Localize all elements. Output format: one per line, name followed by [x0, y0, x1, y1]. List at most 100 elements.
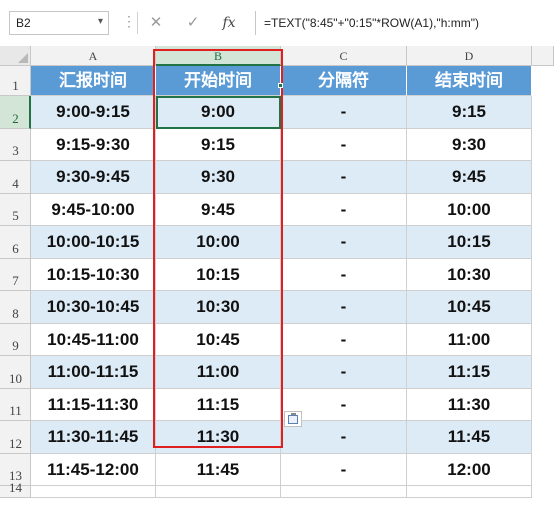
- row-header-3[interactable]: 3: [0, 128, 31, 161]
- cell-end-time[interactable]: 9:45: [407, 161, 532, 194]
- cell-separator[interactable]: -: [281, 128, 407, 161]
- insert-function-icon[interactable]: fx: [216, 11, 242, 35]
- cell-report-time[interactable]: 9:15-9:30: [31, 128, 156, 161]
- cell-report-time[interactable]: 10:15-10:30: [31, 258, 156, 291]
- cell-report-time[interactable]: 11:00-11:15: [31, 356, 156, 389]
- cell-end-time[interactable]: 11:45: [407, 421, 532, 454]
- cell-end-time[interactable]: 11:30: [407, 388, 532, 421]
- cell-separator[interactable]: -: [281, 161, 407, 194]
- cell-separator[interactable]: -: [281, 226, 407, 259]
- formula-input[interactable]: =TEXT("8:45"+"0:15"*ROW(A1),"h:mm"): [255, 11, 551, 35]
- cell-end-time[interactable]: 11:00: [407, 323, 532, 356]
- enter-icon[interactable]: ✓: [180, 11, 206, 35]
- cell-start-time[interactable]: 9:15: [156, 128, 281, 161]
- fill-handle[interactable]: [278, 83, 283, 88]
- column-header-c[interactable]: C: [281, 46, 407, 66]
- header-cell-separator[interactable]: 分隔符: [281, 66, 407, 96]
- cell-start-time[interactable]: 11:30: [156, 421, 281, 454]
- row-number: 11: [9, 403, 22, 418]
- column-header-d[interactable]: D: [407, 46, 532, 66]
- paste-options-icon[interactable]: [284, 411, 302, 427]
- empty-cell[interactable]: [281, 486, 407, 498]
- row-header-9[interactable]: 9: [0, 323, 31, 356]
- column-header-e[interactable]: [532, 46, 554, 66]
- name-box-value: B2: [16, 16, 31, 30]
- cell-start-time[interactable]: 10:30: [156, 291, 281, 324]
- cell-start-time[interactable]: 11:15: [156, 388, 281, 421]
- cell-start-time[interactable]: 10:45: [156, 323, 281, 356]
- row-number: 7: [12, 273, 19, 288]
- select-all-corner[interactable]: [0, 46, 31, 66]
- formula-text: =TEXT("8:45"+"0:15"*ROW(A1),"h:mm"): [264, 16, 479, 30]
- cell-end-time[interactable]: 10:45: [407, 291, 532, 324]
- cell-end-time[interactable]: 10:30: [407, 258, 532, 291]
- row-header-7[interactable]: 7: [0, 258, 31, 291]
- header-cell-end-time[interactable]: 结束时间: [407, 66, 532, 96]
- row-header-8[interactable]: 8: [0, 291, 31, 324]
- cell-separator[interactable]: -: [281, 453, 407, 486]
- drag-handle-icon[interactable]: ⋮: [122, 13, 136, 30]
- cancel-icon[interactable]: ✕: [143, 11, 169, 35]
- row-header-2[interactable]: 2: [0, 96, 31, 129]
- row-number: 2: [12, 110, 19, 126]
- cell-report-time[interactable]: 11:30-11:45: [31, 421, 156, 454]
- row-header-11[interactable]: 11: [0, 388, 31, 421]
- row-header-6[interactable]: 6: [0, 226, 31, 259]
- column-header-a[interactable]: A: [31, 46, 156, 66]
- cell-report-time[interactable]: 11:15-11:30: [31, 388, 156, 421]
- cell-report-time[interactable]: 10:45-11:00: [31, 323, 156, 356]
- cell-report-time[interactable]: 10:00-10:15: [31, 226, 156, 259]
- cell-separator[interactable]: -: [281, 323, 407, 356]
- cell-report-time[interactable]: 9:45-10:00: [31, 193, 156, 226]
- empty-cell[interactable]: [407, 486, 532, 498]
- cell-start-time[interactable]: 9:30: [156, 161, 281, 194]
- chevron-down-icon[interactable]: ▾: [98, 16, 103, 27]
- formula-bar: B2 ▾ ⋮ ✕ ✓ fx =TEXT("8:45"+"0:15"*ROW(A1…: [0, 0, 554, 46]
- cell-start-time[interactable]: 11:45: [156, 453, 281, 486]
- cell-separator[interactable]: -: [281, 96, 407, 129]
- cell-report-time[interactable]: 10:30-10:45: [31, 291, 156, 324]
- cell-start-time[interactable]: 10:15: [156, 258, 281, 291]
- cell-separator[interactable]: -: [281, 356, 407, 389]
- column-header-b[interactable]: B: [156, 46, 281, 66]
- row-number: 14: [9, 480, 22, 495]
- cell-separator[interactable]: -: [281, 193, 407, 226]
- cell-separator[interactable]: -: [281, 291, 407, 324]
- row-number: 10: [9, 370, 22, 386]
- empty-cell[interactable]: [31, 486, 156, 498]
- row-number: 5: [12, 208, 19, 223]
- row-number: 9: [12, 338, 19, 353]
- cell-end-time[interactable]: 11:15: [407, 356, 532, 389]
- row-number: 8: [12, 305, 19, 321]
- row-header-5[interactable]: 5: [0, 193, 31, 226]
- cell-end-time[interactable]: 10:15: [407, 226, 532, 259]
- cell-report-time[interactable]: 11:45-12:00: [31, 453, 156, 486]
- row-number: 1: [12, 78, 19, 93]
- cell-start-time[interactable]: 10:00: [156, 226, 281, 259]
- empty-cell[interactable]: [156, 486, 281, 498]
- row-header-14[interactable]: 14: [0, 480, 31, 498]
- row-header-10[interactable]: 10: [0, 356, 31, 389]
- header-cell-start-time[interactable]: 开始时间: [156, 66, 281, 96]
- row-header-4[interactable]: 4: [0, 161, 31, 194]
- cell-end-time[interactable]: 12:00: [407, 453, 532, 486]
- cell-report-time[interactable]: 9:00-9:15: [31, 96, 156, 129]
- cell-report-time[interactable]: 9:30-9:45: [31, 161, 156, 194]
- divider: [137, 12, 138, 34]
- row-number: 6: [12, 240, 19, 256]
- row-number: 3: [12, 143, 19, 158]
- cell-end-time[interactable]: 10:00: [407, 193, 532, 226]
- header-cell-report-time[interactable]: 汇报时间: [31, 66, 156, 96]
- cell-start-time[interactable]: 9:45: [156, 193, 281, 226]
- row-number: 4: [12, 175, 19, 191]
- row-header-1[interactable]: 1: [0, 66, 31, 96]
- cell-start-time[interactable]: 11:00: [156, 356, 281, 389]
- row-number: 12: [9, 435, 22, 451]
- row-header-12[interactable]: 12: [0, 421, 31, 454]
- cell-end-time[interactable]: 9:15: [407, 96, 532, 129]
- cell-separator[interactable]: -: [281, 258, 407, 291]
- spreadsheet-grid: ABCD 1 2 3 4 5 6 7 8 9 10 11 12 13 14 汇报时间 开始时间 分隔符 结束时间…: [0, 46, 554, 509]
- cell-end-time[interactable]: 9:30: [407, 128, 532, 161]
- name-box[interactable]: B2 ▾: [9, 11, 109, 35]
- cell-start-time[interactable]: 9:00: [156, 96, 281, 129]
